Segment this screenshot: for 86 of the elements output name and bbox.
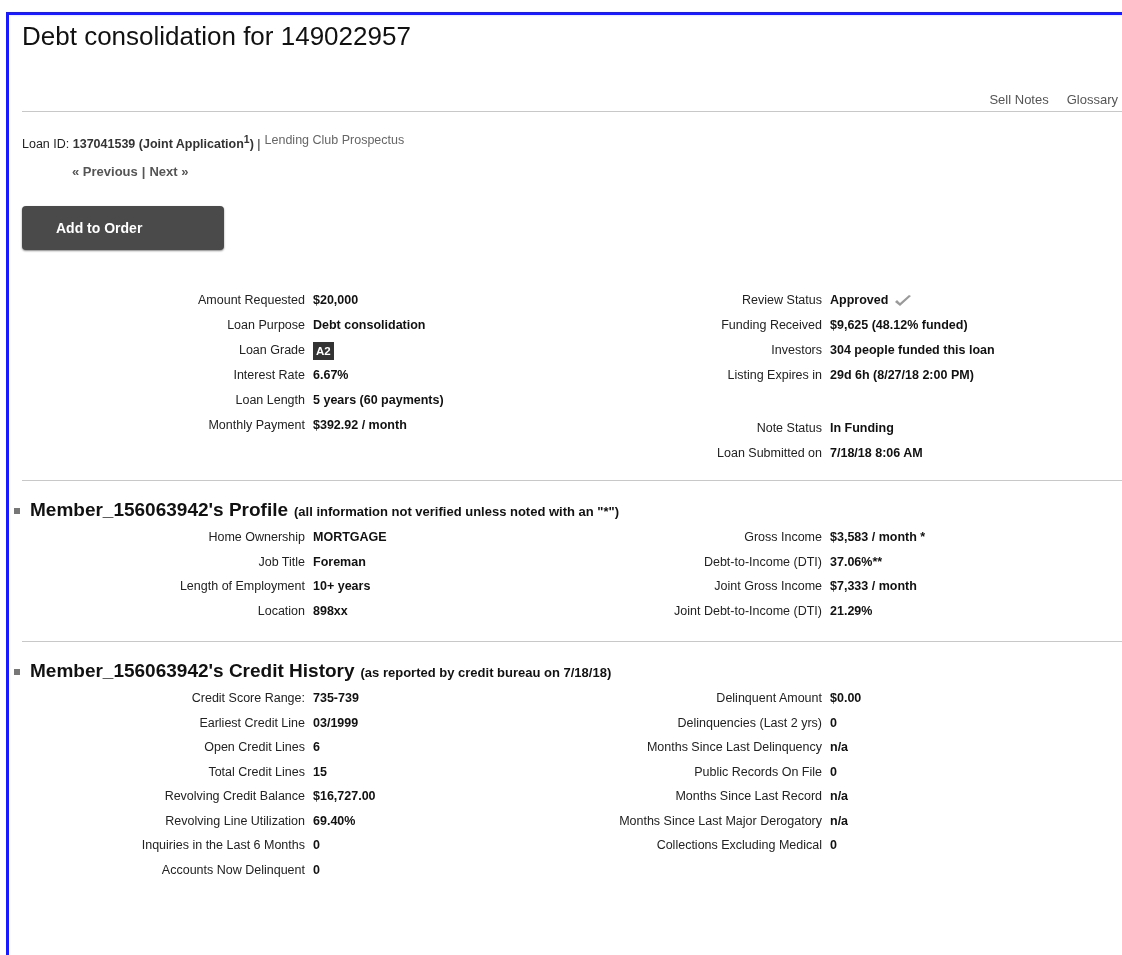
field-value: 37.06%** — [830, 553, 883, 571]
field-value: 21.29% — [830, 602, 873, 620]
field-value: 0 — [313, 861, 320, 879]
field-value: n/a — [830, 812, 849, 830]
field-value: 0 — [830, 837, 837, 855]
section-note: (all information not verified unless noted with an "*") — [294, 503, 620, 522]
field-label: Job Title — [257, 553, 305, 571]
pager-separator: | — [141, 164, 146, 181]
field-value: $20,000 — [313, 292, 359, 310]
field-value: 7/18/18 8:06 AM — [830, 445, 923, 463]
field-label: Revolving Line Utilization — [164, 812, 305, 830]
field-value: 10+ years — [313, 578, 371, 596]
field-value: In Funding — [830, 420, 894, 438]
field-value: 0 — [313, 837, 320, 855]
field-value: 69.40% — [313, 812, 356, 830]
bullet-icon — [14, 508, 20, 515]
field-label: Joint Debt-to-Income (DTI) — [673, 602, 822, 620]
field-label: Loan Purpose — [226, 317, 305, 335]
field-label: Open Credit Lines — [203, 739, 305, 757]
field-value: 898xx — [313, 602, 348, 620]
section-heading: Member_156063942's Credit History — [30, 659, 355, 684]
field-value: 6.67% — [313, 367, 349, 385]
field-value: 03/1999 — [313, 714, 359, 732]
field-label: Collections Excluding Medical — [655, 837, 822, 855]
field-value: n/a — [830, 739, 849, 757]
field-label: Revolving Credit Balance — [163, 788, 305, 806]
field-label: Investors — [770, 342, 822, 360]
field-label: Gross Income — [743, 529, 822, 547]
prospectus-link[interactable]: Lending Club Prospectus — [264, 132, 405, 153]
field-label: Loan Submitted on — [716, 445, 822, 463]
field-label: Delinquent Amount — [715, 690, 822, 708]
field-label: Months Since Last Major Derogatory — [618, 812, 822, 830]
field-value: $7,333 / month — [830, 578, 917, 596]
page-title: Debt consolidation for 149022957 — [22, 20, 411, 52]
field-label: Listing Expires in — [726, 367, 822, 385]
field-label: Length of Employment — [178, 578, 305, 596]
field-label: Funding Received — [720, 317, 822, 335]
field-value: $3,583 / month * — [830, 529, 926, 547]
section-note: (as reported by credit bureau on 7/18/18) — [360, 664, 612, 683]
field-value: 15 — [313, 763, 327, 781]
field-label: Months Since Last Record — [674, 788, 822, 806]
nav-link[interactable]: Glossary — [1066, 92, 1118, 108]
check-icon — [894, 293, 913, 308]
field-label: Note Status — [755, 420, 822, 438]
next-link[interactable]: Next » — [149, 164, 189, 181]
nav-link[interactable]: Sell Notes — [989, 92, 1049, 108]
field-label: Loan Length — [234, 392, 305, 410]
field-label: Joint Gross Income — [713, 578, 822, 596]
field-value: 6 — [313, 739, 320, 757]
field-label: Location — [256, 602, 305, 620]
grade-badge: A2 — [313, 341, 334, 360]
field-value: 0 — [830, 714, 837, 732]
field-label: Accounts Now Delinquent — [160, 861, 305, 879]
field-label: Months Since Last Delinquency — [645, 739, 822, 757]
previous-link[interactable]: « Previous — [72, 164, 138, 181]
field-value: 29d 6h (8/27/18 2:00 PM) — [830, 367, 974, 385]
field-label: Delinquencies (Last 2 yrs) — [676, 714, 822, 732]
field-value: $392.92 / month — [313, 417, 407, 435]
field-label: Home Ownership — [207, 529, 305, 547]
add-to-order-button[interactable]: Add to Order — [22, 206, 224, 251]
field-label: Credit Score Range: — [190, 690, 305, 708]
field-value: 0 — [830, 763, 837, 781]
field-label: Loan Grade — [237, 342, 305, 360]
field-label: Interest Rate — [232, 367, 305, 385]
field-label: Review Status — [741, 292, 822, 310]
field-value: 5 years (60 payments) — [313, 392, 444, 410]
section-heading: Member_156063942's Profile — [30, 498, 288, 523]
field-label: Public Records On File — [693, 763, 822, 781]
field-label: Inquiries in the Last 6 Months — [140, 837, 305, 855]
field-value: Debt consolidation — [313, 317, 426, 335]
field-value: $0.00 — [830, 690, 862, 708]
field-label: Debt-to-Income (DTI) — [702, 553, 822, 571]
loan-id-text: Loan ID: 137041539 (Joint Application$^{1}$) | — [22, 133, 261, 153]
field-value: $9,625 (48.12% funded) — [830, 317, 968, 335]
bullet-icon — [14, 669, 20, 676]
field-value: Approved — [830, 292, 889, 310]
field-value: n/a — [830, 788, 849, 806]
field-label: Amount Requested — [197, 292, 305, 310]
field-label: Total Credit Lines — [207, 763, 305, 781]
field-value: 304 people funded this loan — [830, 342, 995, 360]
field-label: Earliest Credit Line — [198, 714, 305, 732]
field-value: 735-739 — [313, 690, 359, 708]
field-value: Foreman — [313, 553, 366, 571]
field-value: MORTGAGE — [313, 529, 387, 547]
field-value: $16,727.00 — [313, 788, 376, 806]
field-label: Monthly Payment — [207, 417, 305, 435]
